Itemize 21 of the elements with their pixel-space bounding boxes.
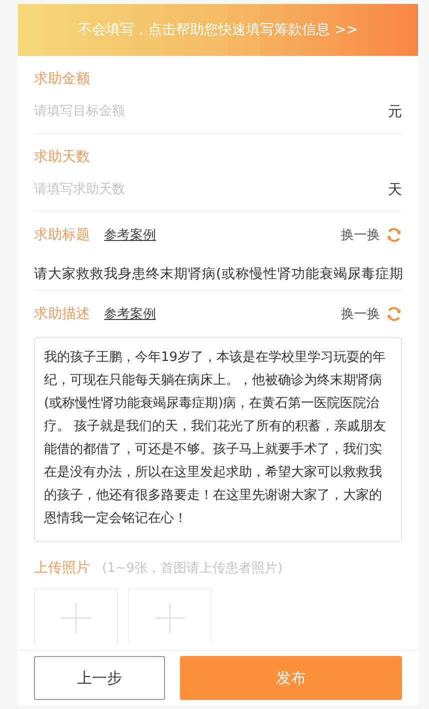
field-label: 求助描述 xyxy=(34,305,90,323)
input-field[interactable]: 请填写目标金额 xyxy=(34,104,388,119)
unit-label: 元 xyxy=(388,102,402,120)
unit-label: 天 xyxy=(388,180,402,198)
title-field[interactable]: 请大家救救我身患终末期肾病(或称慢性肾功能衰竭尿毒症期 xyxy=(34,258,402,290)
upload-hint: (1~9张，首图请上传患者照片) xyxy=(102,560,283,577)
upload-label: 上传照片 xyxy=(34,559,90,577)
plus-icon xyxy=(155,603,185,633)
refresh-icon[interactable] xyxy=(386,306,402,322)
field-label: 求助金额 xyxy=(34,70,91,89)
refresh-link[interactable]: 换一换 xyxy=(341,226,380,244)
plus-icon xyxy=(61,603,91,633)
refresh-link[interactable]: 换一换 xyxy=(341,305,380,323)
back-button[interactable]: 上一步 xyxy=(34,656,165,700)
description-field[interactable]: 我的孩子王鹏，今年19岁了，本该是在学校里学习玩耍的年纪，可现在只能每天躺在病床上。，他被确诊为终末期肾病(或称慢性肾功能衰竭尿毒症期)病，在黄石第一医院医院治疗。 孩子就是我们的天，我们花光了所有的积蓄，亲戚朋友能借的都借了，可还是不够。孩子马上就要手术了，我们实在是没有办法，所以在这里发起求助，希望大家可以救救我的孩子，他还有很多路要走！在这里先谢谢大家了，大家的恩情我一定会铭记在心！ xyxy=(34,337,402,542)
input-field[interactable]: 请填写求助天数 xyxy=(34,182,388,197)
refresh-icon[interactable] xyxy=(386,227,402,243)
example-link[interactable]: 参考案例 xyxy=(104,226,156,244)
field-label: 求助天数 xyxy=(34,148,91,167)
field-label: 求助标题 xyxy=(34,226,90,244)
example-link[interactable]: 参考案例 xyxy=(104,305,156,323)
